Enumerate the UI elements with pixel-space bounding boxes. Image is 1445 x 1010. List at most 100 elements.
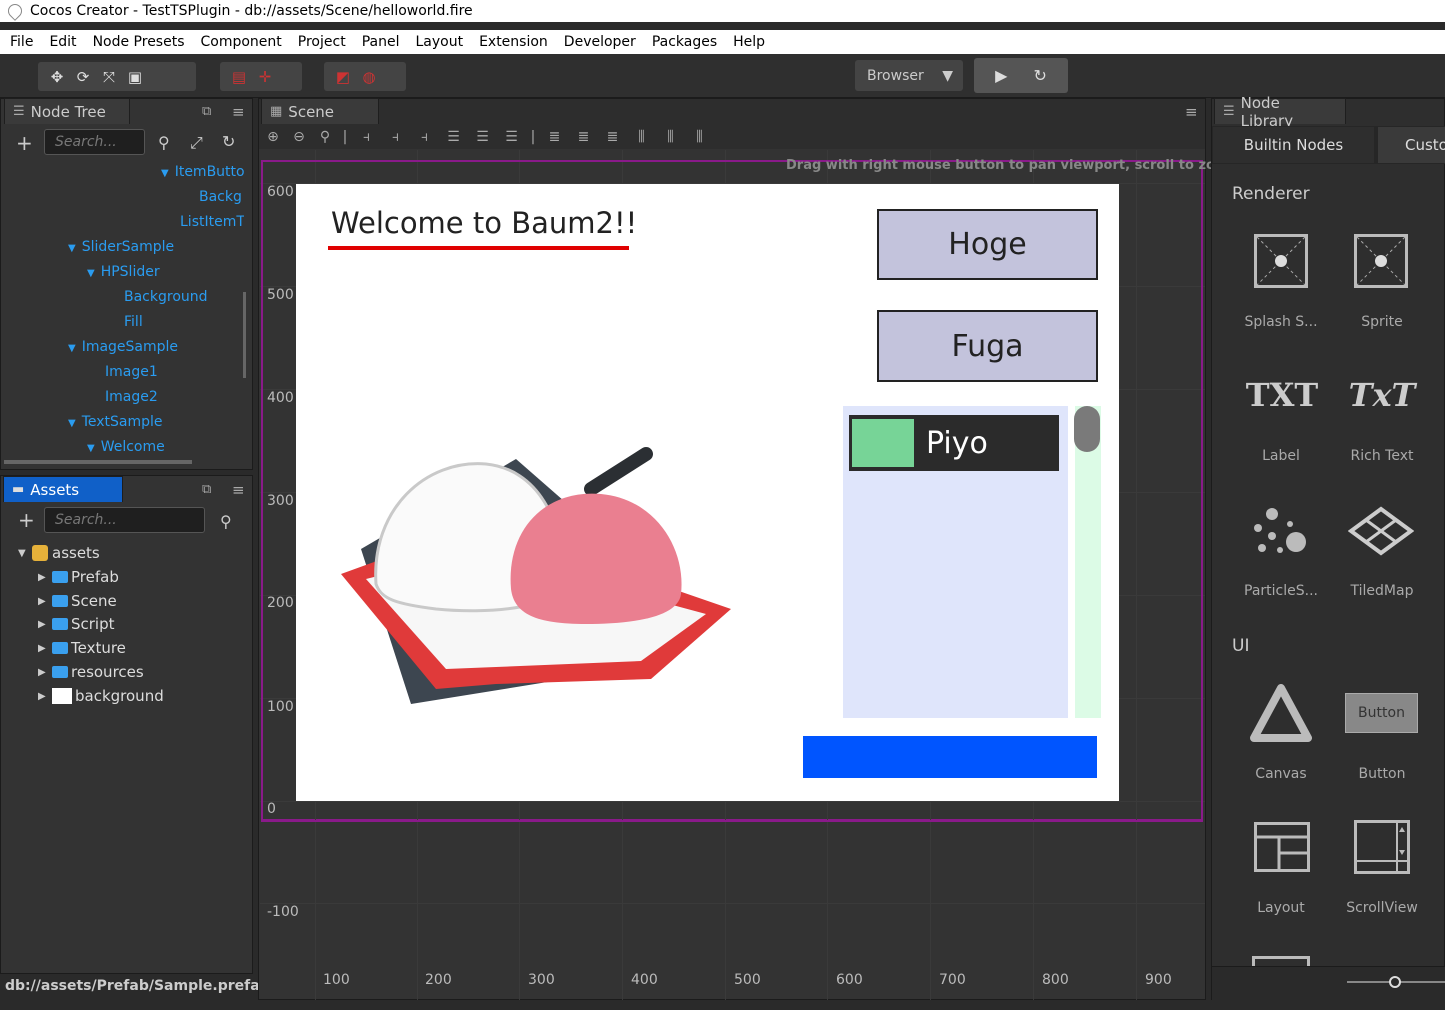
tiledmap-icon[interactable]	[1348, 506, 1414, 556]
menu-developer[interactable]: Developer	[556, 34, 644, 50]
zoom-reset-icon[interactable]: ⚲	[314, 129, 336, 145]
asset-item[interactable]: ▶ background	[38, 687, 164, 705]
distribute-right-icon[interactable]: ⫼	[687, 129, 712, 145]
align-right-icon[interactable]: ☰	[499, 129, 524, 145]
menu-node-presets[interactable]: Node Presets	[85, 34, 193, 50]
global-space-icon[interactable]: ◍	[356, 67, 382, 87]
tree-node[interactable]: ▼ HPSlider	[87, 264, 160, 280]
tab-assets[interactable]: ▬ Assets	[3, 476, 123, 502]
center-icon[interactable]: ✛	[252, 67, 278, 87]
add-asset-icon[interactable]: +	[18, 508, 35, 532]
refresh-tree-icon[interactable]: ↻	[222, 132, 235, 151]
particle-system-icon[interactable]	[1250, 502, 1312, 558]
lib-item-label: ParticleS...	[1244, 583, 1318, 599]
tree-node[interactable]: ▼ SliderSample	[68, 239, 174, 255]
tree-hscrollbar[interactable]	[4, 460, 192, 464]
tree-node[interactable]: Image1	[105, 364, 158, 380]
tab-scene[interactable]: ▦ Scene	[261, 98, 379, 124]
menu-help[interactable]: Help	[725, 34, 773, 50]
game-canvas[interactable]: Welcome to Baum2!! Hoge Fuga Piyo	[296, 184, 1119, 801]
label-icon[interactable]: TXT	[1240, 372, 1324, 418]
scrollbar-track[interactable]	[1075, 406, 1101, 718]
play-icon[interactable]: ▶	[995, 66, 1007, 85]
splash-sprite-icon[interactable]	[1254, 234, 1308, 288]
tree-node[interactable]: ▼ ItemButto	[161, 164, 244, 180]
tree-node[interactable]: Backg	[199, 189, 242, 205]
hoge-button[interactable]: Hoge	[877, 209, 1098, 280]
library-footer	[1212, 966, 1445, 1000]
scale-tool-icon[interactable]: ⤧	[96, 67, 122, 87]
menu-panel[interactable]: Panel	[354, 34, 408, 50]
daifuku-image[interactable]	[336, 439, 736, 714]
menu-project[interactable]: Project	[290, 34, 354, 50]
scrollview-icon[interactable]	[1354, 820, 1410, 874]
x-axis-label: 900	[1145, 972, 1172, 988]
search-icon[interactable]: ⚲	[158, 133, 170, 152]
asset-item[interactable]: ▶ Scene	[38, 592, 117, 610]
welcome-text[interactable]: Welcome to Baum2!!	[331, 206, 637, 240]
distribute-bottom-icon[interactable]: ≣	[600, 129, 625, 145]
button-icon[interactable]: Button	[1345, 693, 1418, 733]
distribute-top-icon[interactable]: ≣	[542, 129, 567, 145]
panel-menu-icon[interactable]: ≡	[232, 481, 245, 499]
node-search-input[interactable]: Search...	[44, 129, 145, 155]
add-node-icon[interactable]: +	[16, 131, 33, 155]
panel-menu-icon[interactable]: ≡	[232, 103, 245, 121]
asset-item[interactable]: ▶ resources	[38, 663, 144, 681]
zoom-out-icon[interactable]: ⊖	[288, 129, 310, 145]
panel-menu-icon[interactable]: ≡	[1185, 103, 1198, 121]
tree-node[interactable]: Image2	[105, 389, 158, 405]
distribute-vcenter-icon[interactable]: ≣	[571, 129, 596, 145]
search-icon[interactable]: ⚲	[220, 512, 232, 531]
tab-custom-nodes[interactable]: Custo	[1378, 127, 1445, 163]
layout-icon[interactable]	[1254, 822, 1310, 872]
popout-icon[interactable]: ⧉	[202, 104, 211, 119]
distribute-left-icon[interactable]: ⫼	[629, 129, 654, 145]
pivot-icon[interactable]: ▤	[226, 67, 252, 87]
tree-node[interactable]: Background	[124, 289, 208, 305]
sprite-icon[interactable]	[1354, 234, 1408, 288]
asset-item[interactable]: ▶ Texture	[38, 639, 126, 657]
scrollbar-handle[interactable]	[1074, 406, 1100, 452]
canvas-icon[interactable]	[1250, 684, 1312, 742]
menu-packages[interactable]: Packages	[644, 34, 725, 50]
preview-platform-select[interactable]: Browser ▼	[855, 60, 963, 91]
rich-text-icon[interactable]: TxT	[1340, 372, 1424, 418]
popout-icon[interactable]: ⧉	[202, 482, 211, 497]
tab-node-library[interactable]: ☰ Node Library	[1214, 94, 1346, 130]
local-space-icon[interactable]: ◩	[330, 67, 356, 87]
fuga-button[interactable]: Fuga	[877, 310, 1098, 382]
rotate-tool-icon[interactable]: ⟳	[70, 67, 96, 87]
menu-extension[interactable]: Extension	[471, 34, 556, 50]
tree-node[interactable]: ▼ TextSample	[68, 414, 163, 430]
menu-layout[interactable]: Layout	[407, 34, 471, 50]
distribute-hcenter-icon[interactable]: ⫼	[658, 129, 683, 145]
asset-item[interactable]: ▶ Script	[38, 615, 115, 633]
refresh-icon[interactable]: ↻	[1034, 66, 1047, 85]
menu-component[interactable]: Component	[193, 34, 290, 50]
expand-icon[interactable]: ⤢	[190, 133, 203, 153]
zoom-in-icon[interactable]: ⊕	[262, 129, 284, 145]
menu-file[interactable]: File	[2, 34, 41, 50]
align-hcenter-icon[interactable]: ☰	[470, 129, 495, 145]
move-tool-icon[interactable]: ✥	[44, 67, 70, 87]
asset-search-input[interactable]: Search...	[44, 507, 205, 533]
blue-bar[interactable]	[803, 736, 1097, 778]
asset-item[interactable]: ▶ Prefab	[38, 568, 119, 586]
align-vcenter-icon[interactable]: ⫞	[383, 129, 408, 145]
align-bottom-icon[interactable]: ⫞	[412, 129, 437, 145]
tree-node[interactable]: Fill	[124, 314, 143, 330]
rect-tool-icon[interactable]: ▣	[122, 67, 148, 87]
tab-node-tree[interactable]: ☰ Node Tree	[4, 98, 130, 124]
tree-node[interactable]: ListItemT	[180, 214, 244, 230]
align-left-icon[interactable]: ☰	[441, 129, 466, 145]
align-top-icon[interactable]: ⫞	[354, 129, 379, 145]
asset-root[interactable]: ▼ assets	[18, 544, 100, 562]
menu-edit[interactable]: Edit	[41, 34, 84, 50]
tree-node[interactable]: ▼ Welcome	[87, 439, 165, 455]
tab-builtin-nodes[interactable]: Builtin Nodes	[1213, 127, 1374, 163]
tree-scrollbar[interactable]	[243, 292, 246, 378]
zoom-slider-thumb[interactable]	[1389, 976, 1401, 988]
tree-node[interactable]: ▼ ImageSample	[68, 339, 178, 355]
list-item[interactable]: Piyo	[849, 415, 1059, 471]
